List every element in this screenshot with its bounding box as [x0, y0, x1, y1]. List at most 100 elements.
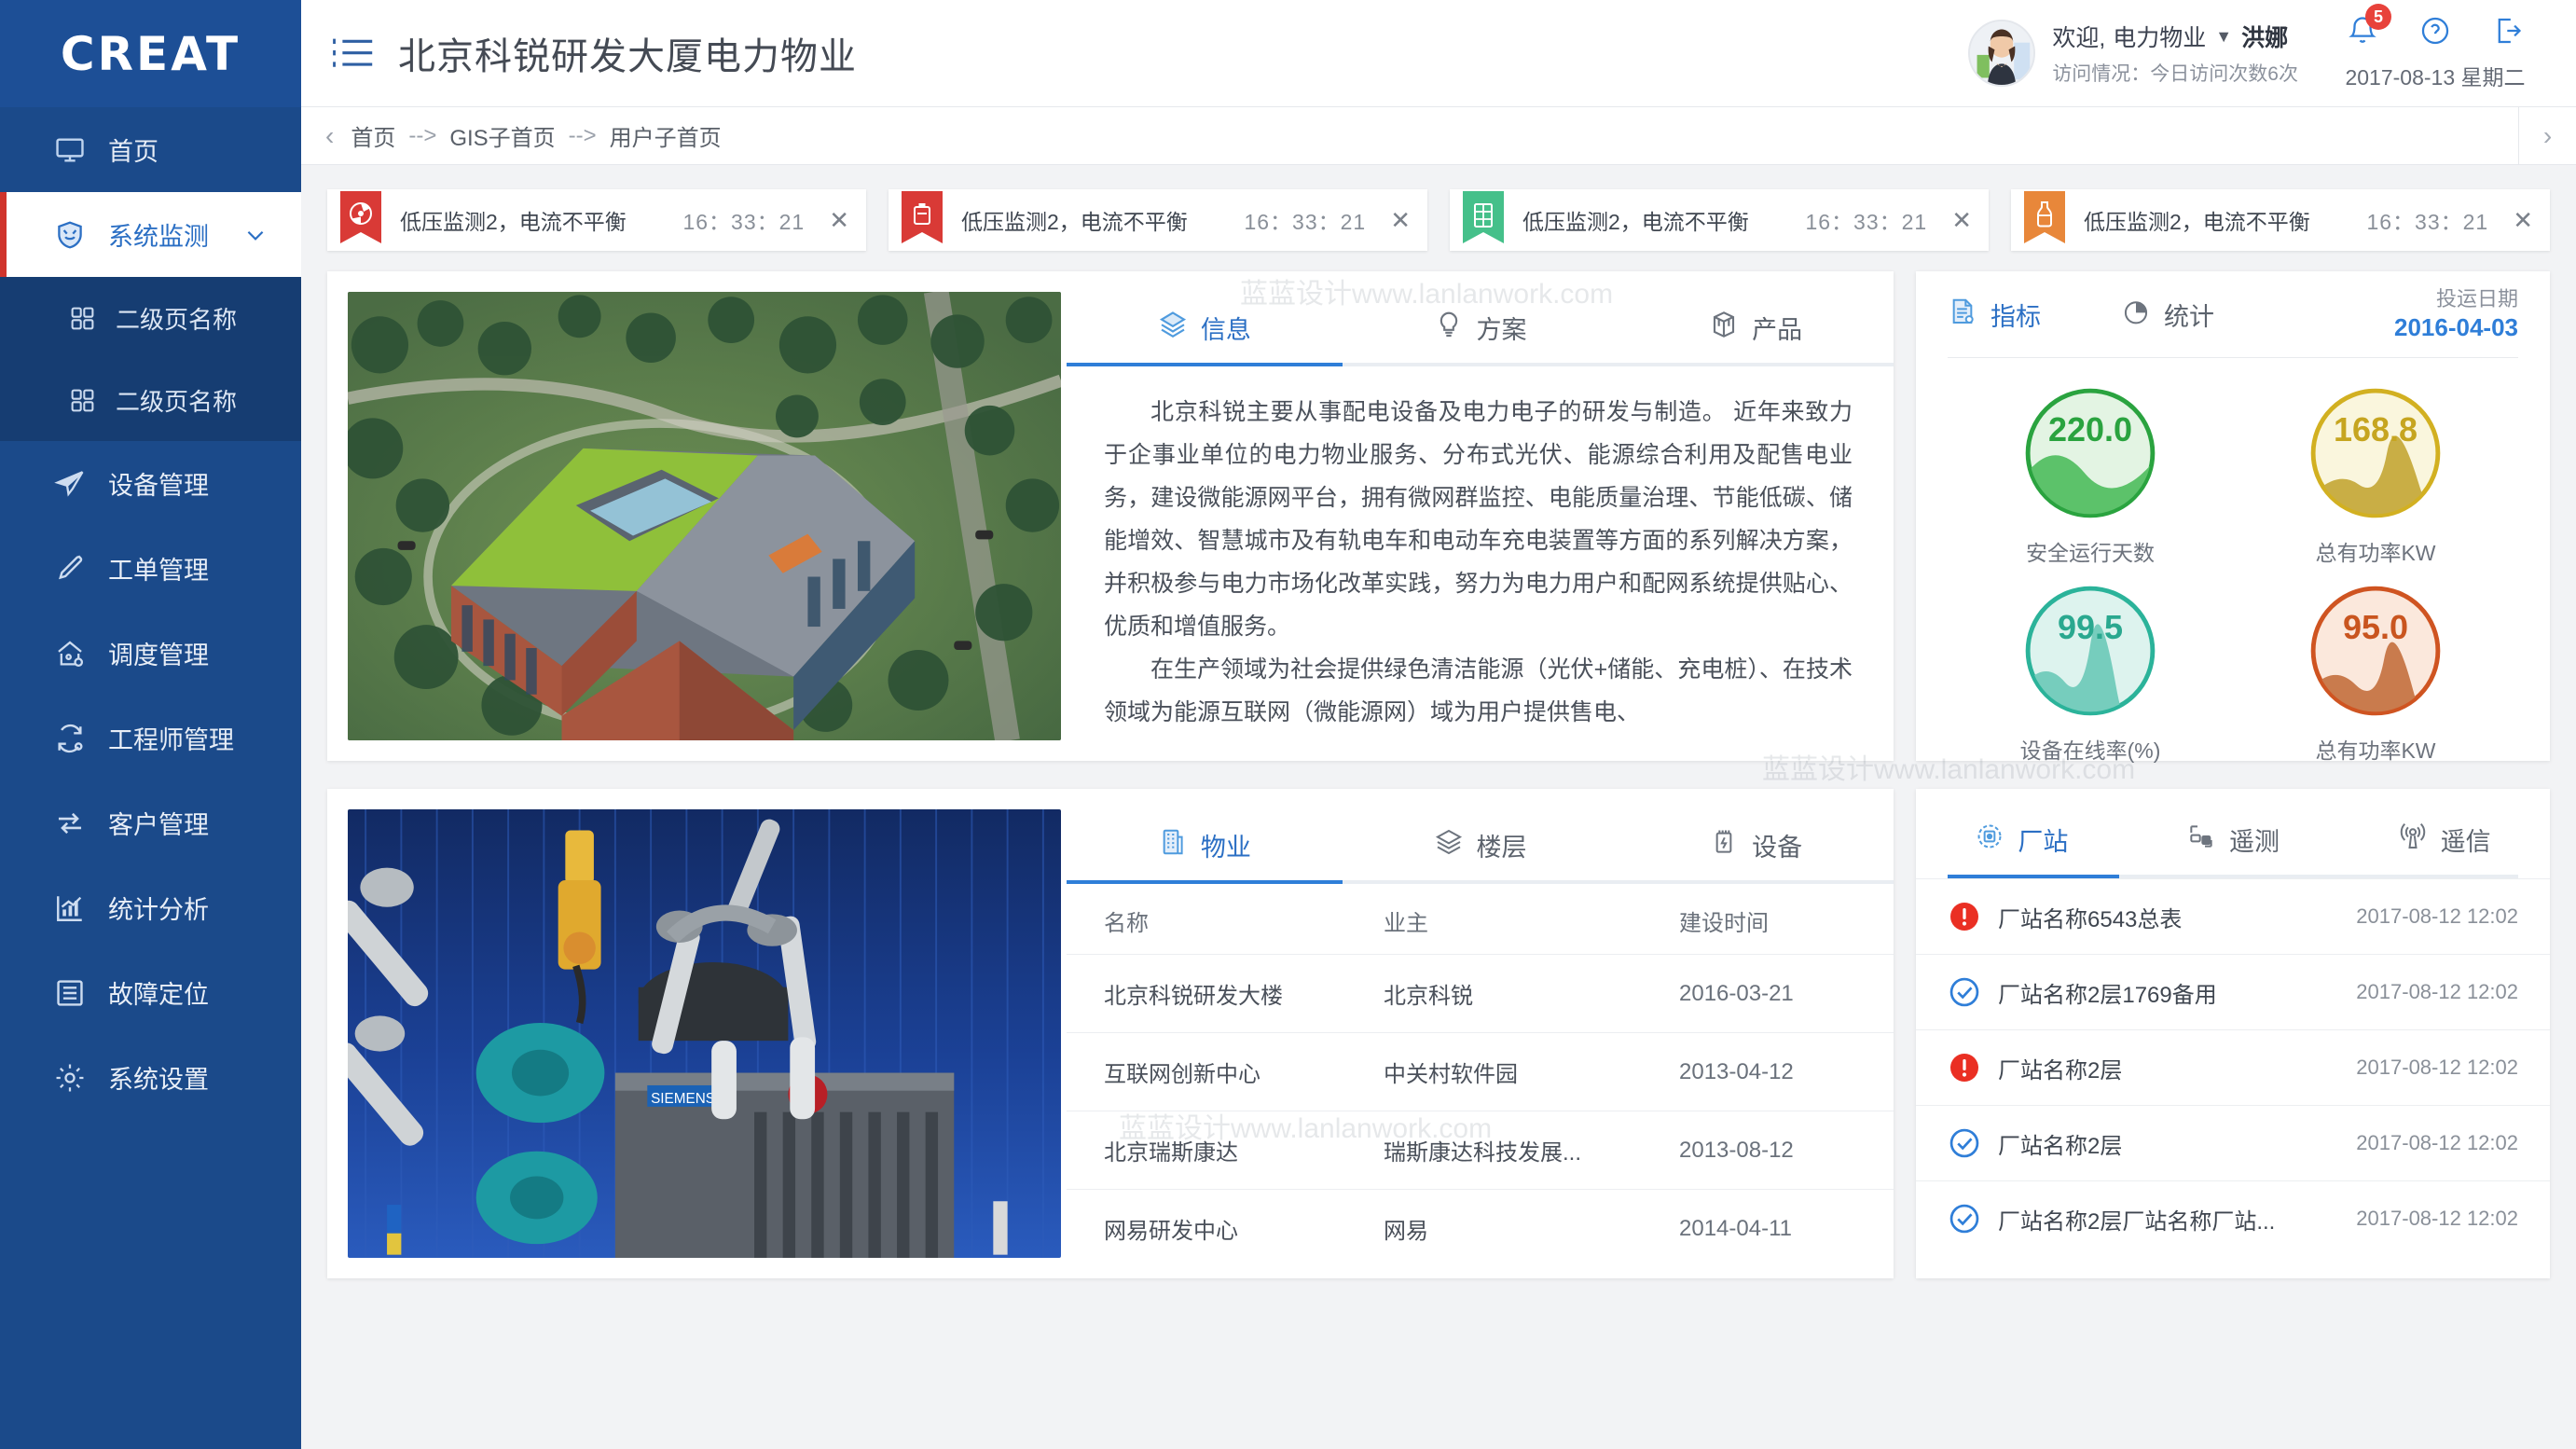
- close-icon[interactable]: ✕: [829, 206, 849, 235]
- hamburger-icon[interactable]: [331, 36, 374, 70]
- check-circle-icon: [1948, 975, 1981, 1009]
- alert-tab-3[interactable]: 低压监测2，电流不平衡 16：33：21 ✕: [2011, 189, 2550, 251]
- monitor-icon: [52, 132, 88, 168]
- alert-text: 低压监测2，电流不平衡: [961, 210, 1188, 234]
- sidebar-item-settings[interactable]: 系统设置: [0, 1035, 301, 1120]
- breadcrumb-item-0[interactable]: 首页: [351, 119, 395, 152]
- tab-property[interactable]: 物业: [1067, 809, 1343, 880]
- breadcrumb-item-2[interactable]: 用户子首页: [610, 119, 722, 152]
- sidebar-subitem-2[interactable]: 二级页名称: [0, 359, 301, 441]
- cell-build-time: 2013-04-12: [1679, 1058, 1794, 1084]
- chevron-down-icon[interactable]: [243, 223, 268, 247]
- user-name: 洪娜: [2241, 25, 2289, 51]
- commissioning-date-label: 投运日期: [2435, 287, 2518, 310]
- sidebar-item-work-order[interactable]: 工单管理: [0, 526, 301, 611]
- back-chevron-icon[interactable]: ‹: [325, 121, 334, 151]
- brand-logo[interactable]: CREAT: [0, 0, 301, 107]
- home-gear-icon: [52, 636, 88, 671]
- tab-product[interactable]: 产品: [1618, 292, 1894, 363]
- info-tabs-underline: [1067, 363, 1894, 366]
- tab-label: 产品: [1752, 315, 1803, 344]
- help-icon[interactable]: [2419, 15, 2451, 47]
- user-welcome-line: 欢迎, 电力物业 ▼ 洪娜: [2052, 20, 2298, 53]
- close-icon[interactable]: ✕: [1390, 206, 1411, 235]
- sidebar-item-statistics[interactable]: 统计分析: [0, 865, 301, 950]
- tab-device[interactable]: 设备: [1618, 809, 1894, 880]
- device-icon: [1709, 827, 1739, 863]
- station-time: 2017-08-12 12:02: [2356, 1131, 2518, 1154]
- tab-plan[interactable]: 方案: [1343, 292, 1619, 363]
- sidebar-submenu: 二级页名称 二级页名称: [0, 277, 301, 441]
- tab-signal[interactable]: 遥信: [2338, 804, 2550, 875]
- bar-chart-icon: [52, 890, 88, 926]
- table-row[interactable]: 互联网创新中心 中关村软件园 2013-04-12: [1067, 1032, 1894, 1111]
- list-item[interactable]: 厂站名称2层厂站名称厂站... 2017-08-12 12:02: [1916, 1180, 2550, 1256]
- notification-bell-icon[interactable]: 5: [2347, 4, 2391, 47]
- alert-circle-icon: [1948, 1051, 1981, 1084]
- sidebar-item-label: 工程师管理: [108, 726, 234, 754]
- sidebar-subitem-label: 二级页名称: [116, 387, 238, 416]
- alert-time: 16：33：21: [2366, 210, 2489, 234]
- grid-icon: [67, 385, 97, 415]
- sidebar-item-system-monitor[interactable]: 系统监测: [0, 192, 301, 277]
- check-circle-icon: [1948, 1202, 1981, 1235]
- tab-telemetry[interactable]: 遥测: [2128, 804, 2339, 875]
- avatar[interactable]: [1968, 20, 2036, 87]
- table-row[interactable]: 网易研发中心 网易 2014-04-11: [1067, 1189, 1894, 1267]
- tab-info[interactable]: 信息: [1067, 292, 1343, 363]
- column-header-owner: 业主: [1384, 911, 1428, 936]
- gauge-device-online-rate: 99.5 设备在线率(%): [1948, 580, 2233, 765]
- property-card-body: 物业 楼层 设备 名称 业主 建设时间 北京科锐研发大楼 北京科锐 2016-0…: [1061, 789, 1894, 1278]
- sidebar-item-fault-location[interactable]: 故障定位: [0, 950, 301, 1035]
- alert-time: 16：33：21: [1244, 210, 1367, 234]
- table-row[interactable]: 北京科锐研发大楼 北京科锐 2016-03-21: [1067, 954, 1894, 1032]
- current-date: 2017-08-13 星期二: [2345, 65, 2526, 90]
- alert-time: 16：33：21: [682, 210, 806, 234]
- station-time: 2017-08-12 12:02: [2356, 1056, 2518, 1079]
- tab-statistics[interactable]: 统计: [2121, 297, 2214, 333]
- close-icon[interactable]: ✕: [1951, 206, 1972, 235]
- alert-tab-0[interactable]: 低压监测2，电流不平衡 16：33：21 ✕: [327, 189, 866, 251]
- sidebar-item-customer[interactable]: 客户管理: [0, 780, 301, 865]
- sidebar-item-device-management[interactable]: 设备管理: [0, 441, 301, 526]
- gauge-label: 设备在线率(%): [2019, 738, 2161, 763]
- chevron-down-icon[interactable]: ▼: [2215, 27, 2232, 47]
- close-icon[interactable]: ✕: [2513, 206, 2533, 235]
- brand-text: CREAT: [60, 26, 241, 81]
- list-item[interactable]: 厂站名称2层 2017-08-12 12:02: [1916, 1029, 2550, 1105]
- cell-owner: 中关村软件园: [1384, 1062, 1518, 1087]
- column-header-name: 名称: [1104, 911, 1149, 936]
- breadcrumb-item-1[interactable]: GIS子首页: [449, 119, 555, 152]
- sidebar-item-label: 工单管理: [108, 557, 209, 585]
- page-title: 北京科锐研发大厦电力物业: [398, 36, 857, 77]
- tab-floor[interactable]: 楼层: [1343, 809, 1619, 880]
- station-card: 厂站 遥测 遥信 厂站名称6543总表 2017-08-12 12:02 厂站名…: [1916, 789, 2550, 1278]
- sidebar-item-home[interactable]: 首页: [0, 107, 301, 192]
- list-item[interactable]: 厂站名称2层1769备用 2017-08-12 12:02: [1916, 954, 2550, 1029]
- transformer-photo: SIEMENS: [348, 809, 1061, 1258]
- table-row[interactable]: 北京瑞斯康达 瑞斯康达科技发展... 2013-08-12: [1067, 1111, 1894, 1189]
- sidebar-subitem-1[interactable]: 二级页名称: [0, 277, 301, 359]
- alert-tab-1[interactable]: 低压监测2，电流不平衡 16：33：21 ✕: [889, 189, 1427, 251]
- exchange-icon: [52, 806, 88, 841]
- gauge-value: 220.0: [2047, 410, 2133, 448]
- tab-indicator[interactable]: 指标: [1948, 297, 2041, 333]
- content-right-column: 指标 统计 投运日期 2016-04-03 220.0 安全运行天数 168.8…: [1916, 271, 2550, 1278]
- refresh-gear-icon: [52, 721, 88, 756]
- forward-chevron-icon[interactable]: ›: [2518, 107, 2576, 164]
- list-item[interactable]: 厂站名称6543总表 2017-08-12 12:02: [1916, 878, 2550, 954]
- sidebar-item-dispatch[interactable]: 调度管理: [0, 611, 301, 696]
- station-name: 厂站名称2层: [1998, 1057, 2123, 1083]
- cell-name: 网易研发中心: [1104, 1219, 1238, 1244]
- gauge-value: 95.0: [2342, 608, 2409, 646]
- list-item[interactable]: 厂站名称2层 2017-08-12 12:02: [1916, 1105, 2550, 1180]
- sidebar-item-engineer[interactable]: 工程师管理: [0, 696, 301, 780]
- sidebar-item-label: 系统监测: [108, 223, 209, 251]
- top-header: 北京科锐研发大厦电力物业 欢迎, 电力物业 ▼ 洪娜 访问情况：今日访问次数6次…: [301, 0, 2576, 107]
- alert-tab-2[interactable]: 低压监测2，电流不平衡 16：33：21 ✕: [1450, 189, 1989, 251]
- cell-name: 北京瑞斯康达: [1104, 1140, 1238, 1166]
- bulb-icon: [1434, 310, 1464, 346]
- tab-station[interactable]: 厂站: [1916, 804, 2128, 875]
- logout-icon[interactable]: [2492, 15, 2524, 47]
- gauge-safe-days: 220.0 安全运行天数: [1948, 382, 2233, 567]
